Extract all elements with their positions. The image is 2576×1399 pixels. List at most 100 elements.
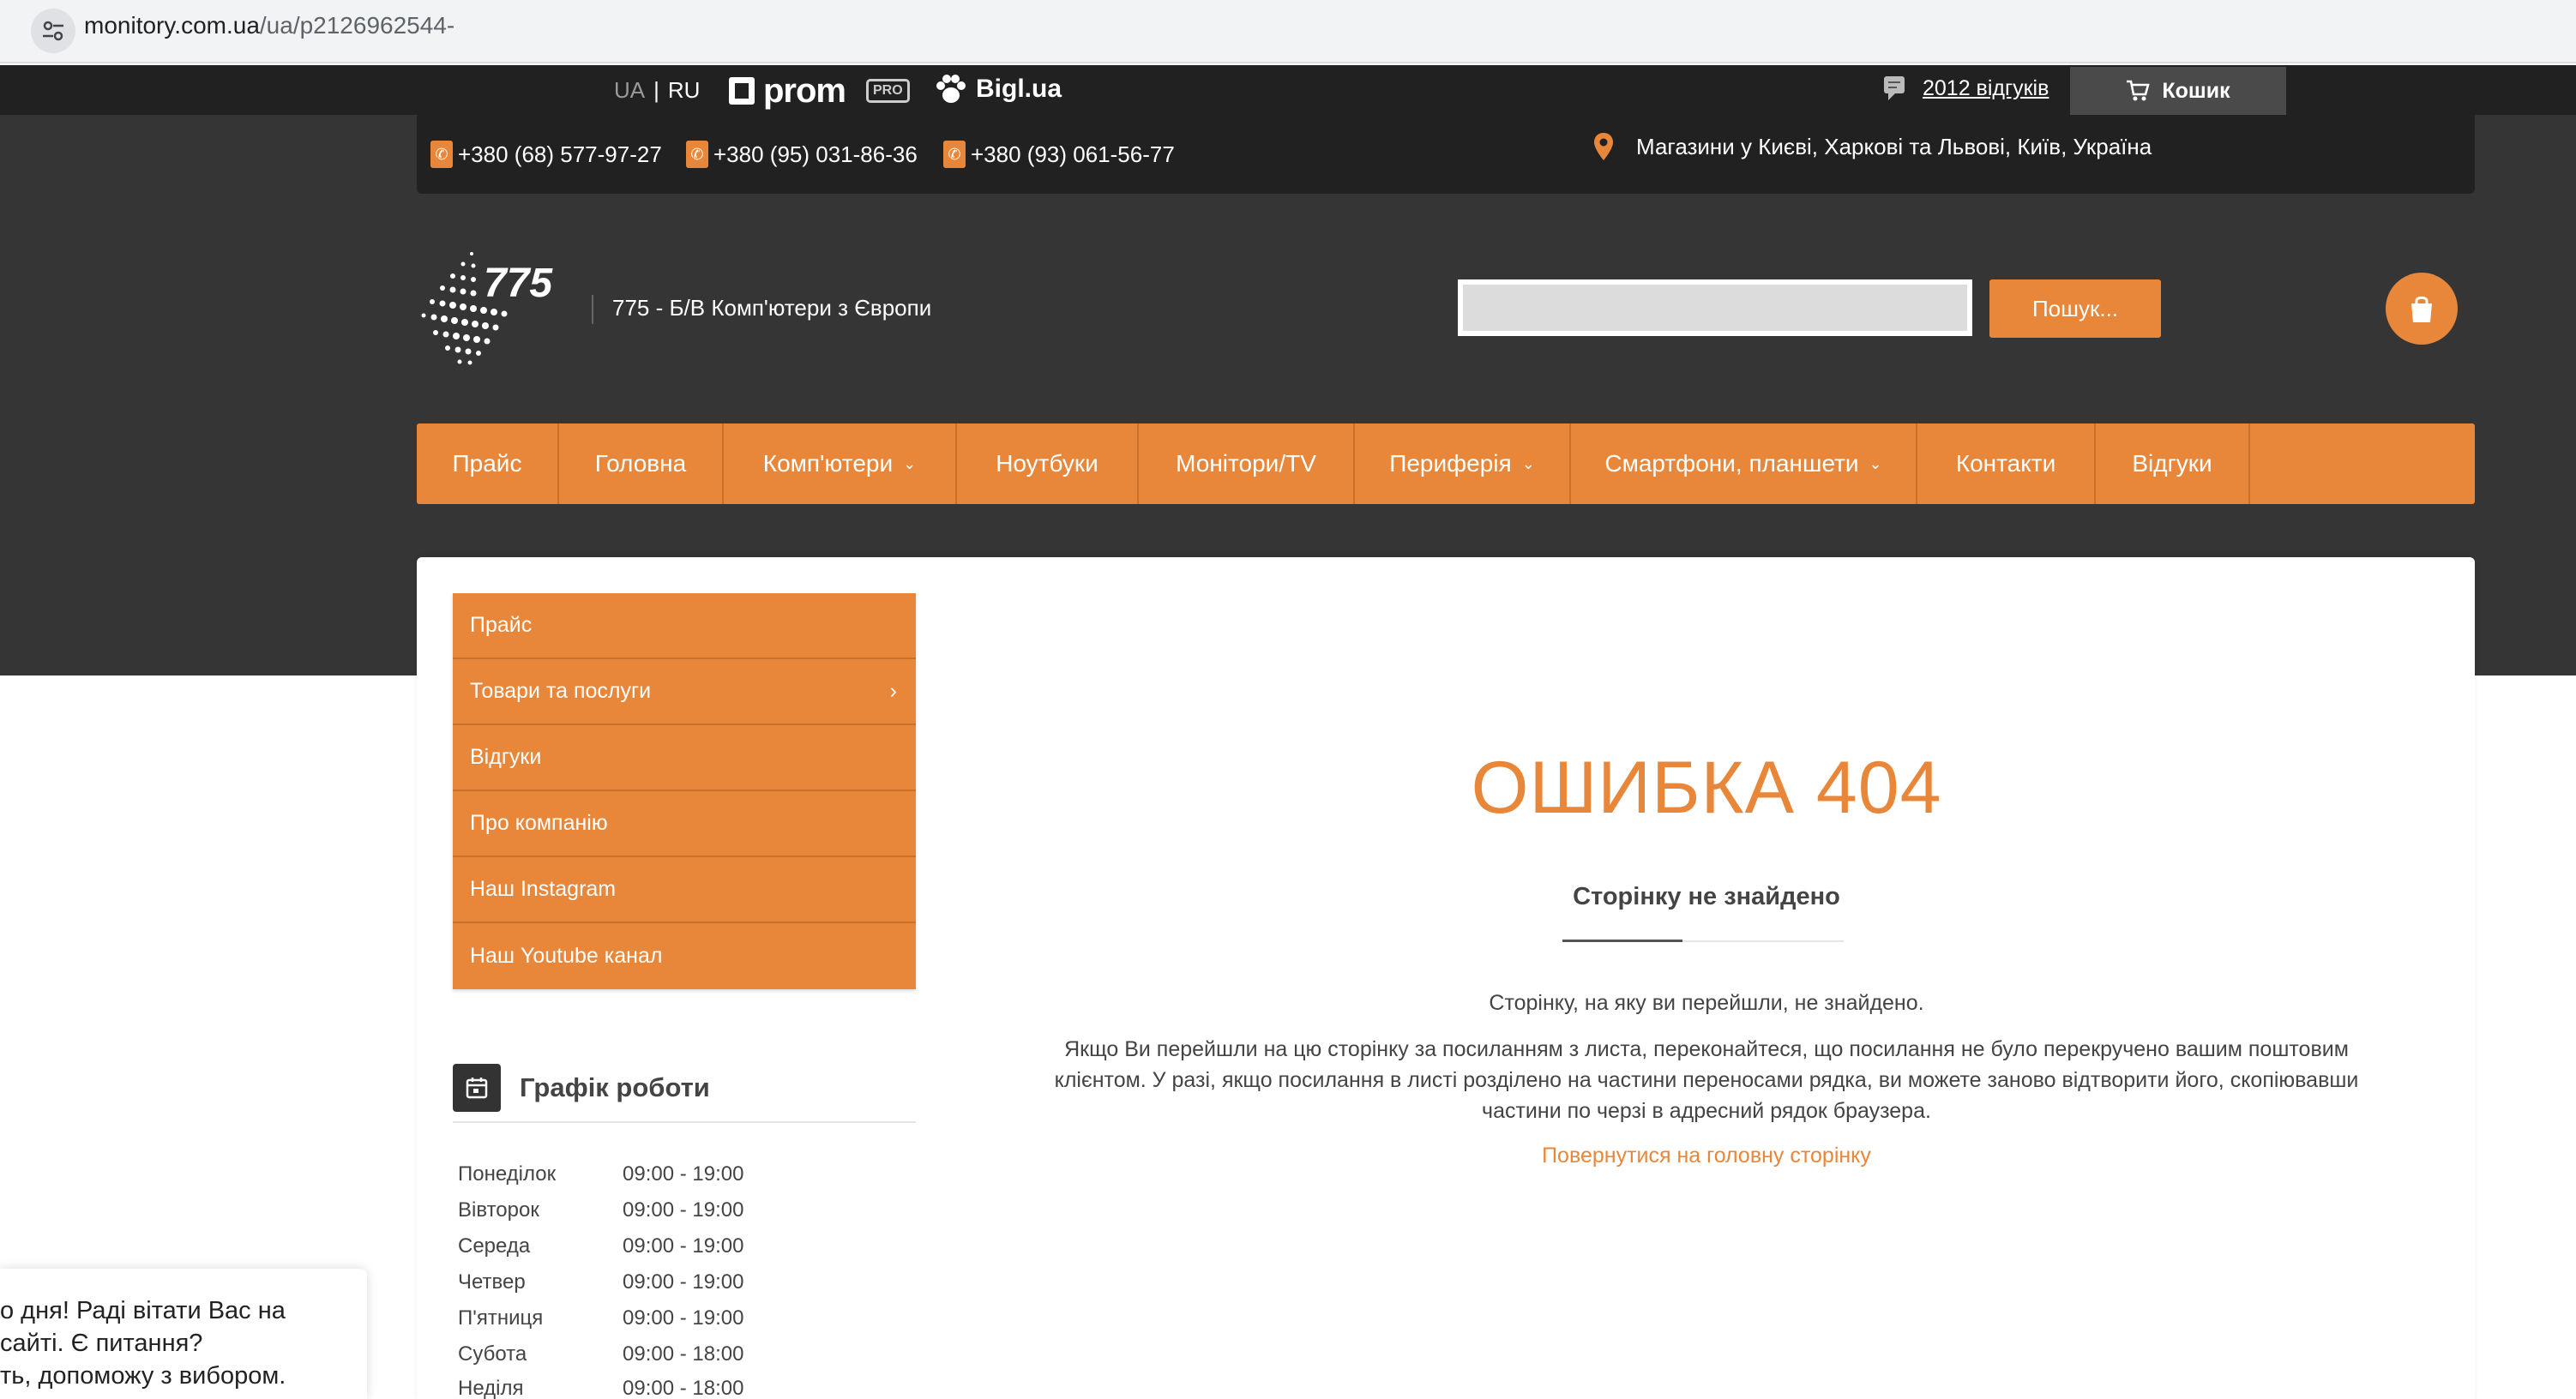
nav-label: Відгуки — [2132, 450, 2212, 477]
comment-icon — [1884, 76, 1905, 100]
schedule-hours: 09:00 - 19:00 — [623, 1162, 744, 1186]
nav-item-price[interactable]: Прайс — [417, 423, 559, 504]
home-link[interactable]: Повернутися на головну сторінку — [943, 1144, 2470, 1168]
chat-line: ть, допоможу з вибором. — [0, 1362, 286, 1390]
nav-label: Прайс — [452, 450, 522, 477]
store-address[interactable]: Магазини у Києві, Харкові та Львові, Киї… — [1593, 132, 2152, 161]
site-info-icon[interactable] — [31, 9, 75, 53]
url-field[interactable]: monitory.com.ua/ua/p2126962544- — [84, 12, 454, 39]
nav-label: Монітори/TV — [1176, 450, 1316, 477]
chevron-down-icon: ⌄ — [1869, 454, 1882, 472]
prom-box-icon — [729, 77, 755, 105]
divider-accent — [1562, 940, 1682, 942]
site-logo[interactable]: 775 — [418, 249, 564, 365]
nav-item-computers[interactable]: Комп'ютери ⌄ — [724, 423, 957, 504]
logo-divider — [592, 295, 593, 324]
sidebar-item-label: Відгуки — [470, 745, 542, 769]
schedule-hours: 09:00 - 19:00 — [623, 1306, 744, 1330]
nav-label: Периферія — [1389, 450, 1512, 477]
sidebar-item-label: Наш Instagram — [470, 877, 617, 901]
schedule-row: Субота 09:00 - 18:00 — [458, 1342, 743, 1366]
phone-number: +380 (68) 577-97-27 — [458, 141, 662, 167]
prom-logo[interactable]: prom PRO — [729, 72, 910, 110]
lang-ru[interactable]: RU — [668, 77, 701, 103]
phone-number: +380 (95) 031-86-36 — [713, 141, 918, 167]
pro-badge: PRO — [866, 79, 910, 103]
schedule-hours: 09:00 - 19:00 — [623, 1270, 744, 1294]
nav-item-peripherals[interactable]: Периферія ⌄ — [1355, 423, 1571, 504]
chevron-right-icon: › — [889, 679, 897, 703]
chevron-down-icon: ⌄ — [1521, 454, 1535, 472]
error-explanation: Якщо Ви перейшли на цю сторінку за посил… — [1054, 1037, 2359, 1123]
schedule-row: Четвер 09:00 - 19:00 — [458, 1270, 743, 1294]
nav-label: Комп'ютери — [762, 450, 894, 477]
address-text: Магазини у Києві, Харкові та Львові, Киї… — [1636, 133, 2152, 159]
search-input[interactable] — [1463, 285, 1967, 331]
schedule-day: Середа — [458, 1234, 531, 1258]
sidebar-item-about[interactable]: Про компанію — [453, 791, 916, 857]
phone-3[interactable]: ✆ +380 (93) 061-56-77 — [943, 141, 1175, 168]
nav-item-home[interactable]: Головна — [559, 423, 724, 504]
schedule-day: П'ятниця — [458, 1306, 544, 1330]
schedule-day: Неділя — [458, 1377, 524, 1399]
error-subtitle: Сторінку не знайдено — [1573, 883, 1840, 910]
sidebar-item-label: Про компанію — [470, 811, 608, 835]
schedule-row: П'ятниця 09:00 - 19:00 — [458, 1306, 743, 1330]
cart-label: Кошик — [2162, 78, 2230, 103]
shopping-bag-icon — [2411, 296, 2432, 322]
chevron-down-icon: ⌄ — [903, 454, 917, 472]
sidebar-item-instagram[interactable]: Наш Instagram — [453, 857, 916, 923]
phone-1[interactable]: ✆ +380 (68) 577-97-27 — [430, 141, 662, 168]
nav-label: Головна — [594, 450, 687, 477]
phone-number: +380 (93) 061-56-77 — [971, 141, 1175, 167]
nav-label: Ноутбуки — [996, 450, 1098, 477]
nav-item-laptops[interactable]: Ноутбуки — [957, 423, 1139, 504]
error-message: Сторінку, на яку ви перейшли, не знайден… — [1489, 991, 1924, 1015]
sidebar-item-products[interactable]: Товари та послуги › — [453, 659, 916, 725]
calendar-icon — [453, 1064, 501, 1112]
schedule-title: Графік роботи — [520, 1072, 710, 1102]
sidebar-item-label: Наш Youtube канал — [470, 944, 663, 968]
sidebar-item-price[interactable]: Прайс — [453, 593, 916, 659]
sidebar-item-youtube[interactable]: Наш Youtube канал — [453, 923, 916, 989]
browser-address-bar: monitory.com.ua/ua/p2126962544- — [0, 0, 2576, 63]
schedule-hours: 09:00 - 18:00 — [623, 1377, 744, 1399]
chat-message: о дня! Раді вітати Вас на сайті. Є питан… — [0, 1294, 360, 1392]
site-tagline: 775 - Б/В Комп'ютери з Європи — [612, 295, 932, 321]
location-pin-icon — [1594, 133, 1613, 160]
shopping-bag-button[interactable] — [2386, 273, 2458, 345]
cart-button[interactable]: Кошик — [2070, 67, 2286, 115]
schedule-hours: 09:00 - 19:00 — [623, 1234, 744, 1258]
reviews-link[interactable]: 2012 відгуків — [1883, 75, 2049, 101]
bigl-logo[interactable]: Bigl.ua — [935, 74, 1062, 105]
sidebar-item-reviews[interactable]: Відгуки — [453, 725, 916, 791]
cart-icon — [2127, 80, 2151, 101]
schedule-day: Субота — [458, 1342, 527, 1366]
logo-number: 775 — [484, 261, 553, 306]
language-switcher: UA | RU — [614, 77, 701, 103]
sidebar-item-label: Товари та послуги — [470, 679, 652, 703]
phone-2[interactable]: ✆ +380 (95) 031-86-36 — [686, 141, 918, 168]
schedule-row: Середа 09:00 - 19:00 — [458, 1234, 743, 1258]
chat-line: сайті. Є питання? — [0, 1330, 203, 1357]
phone-icon: ✆ — [943, 141, 966, 168]
nav-item-smartphones[interactable]: Смартфони, планшети ⌄ — [1571, 423, 1917, 504]
paw-icon — [936, 75, 966, 103]
prom-wordmark: prom — [763, 71, 846, 110]
schedule-day: Вівторок — [458, 1198, 539, 1222]
reviews-count: 2012 відгуків — [1923, 75, 2049, 100]
phone-icon: ✆ — [430, 141, 453, 168]
nav-item-monitors[interactable]: Монітори/TV — [1139, 423, 1355, 504]
schedule-hours: 09:00 - 18:00 — [623, 1342, 744, 1366]
search-box — [1458, 279, 1972, 336]
nav-item-reviews[interactable]: Відгуки — [2096, 423, 2250, 504]
nav-label: Смартфони, планшети — [1604, 450, 1859, 477]
schedule-row: Понеділок 09:00 - 19:00 — [458, 1162, 743, 1186]
nav-item-contacts[interactable]: Контакти — [1917, 423, 2096, 504]
search-button[interactable]: Пошук... — [1989, 279, 2161, 338]
chat-line: о дня! Раді вітати Вас на — [0, 1297, 286, 1324]
nav-label: Контакти — [1955, 450, 2056, 477]
lang-ua[interactable]: UA — [614, 77, 645, 103]
schedule-day: Понеділок — [458, 1162, 557, 1186]
url-domain: monitory.com.ua — [84, 12, 260, 39]
